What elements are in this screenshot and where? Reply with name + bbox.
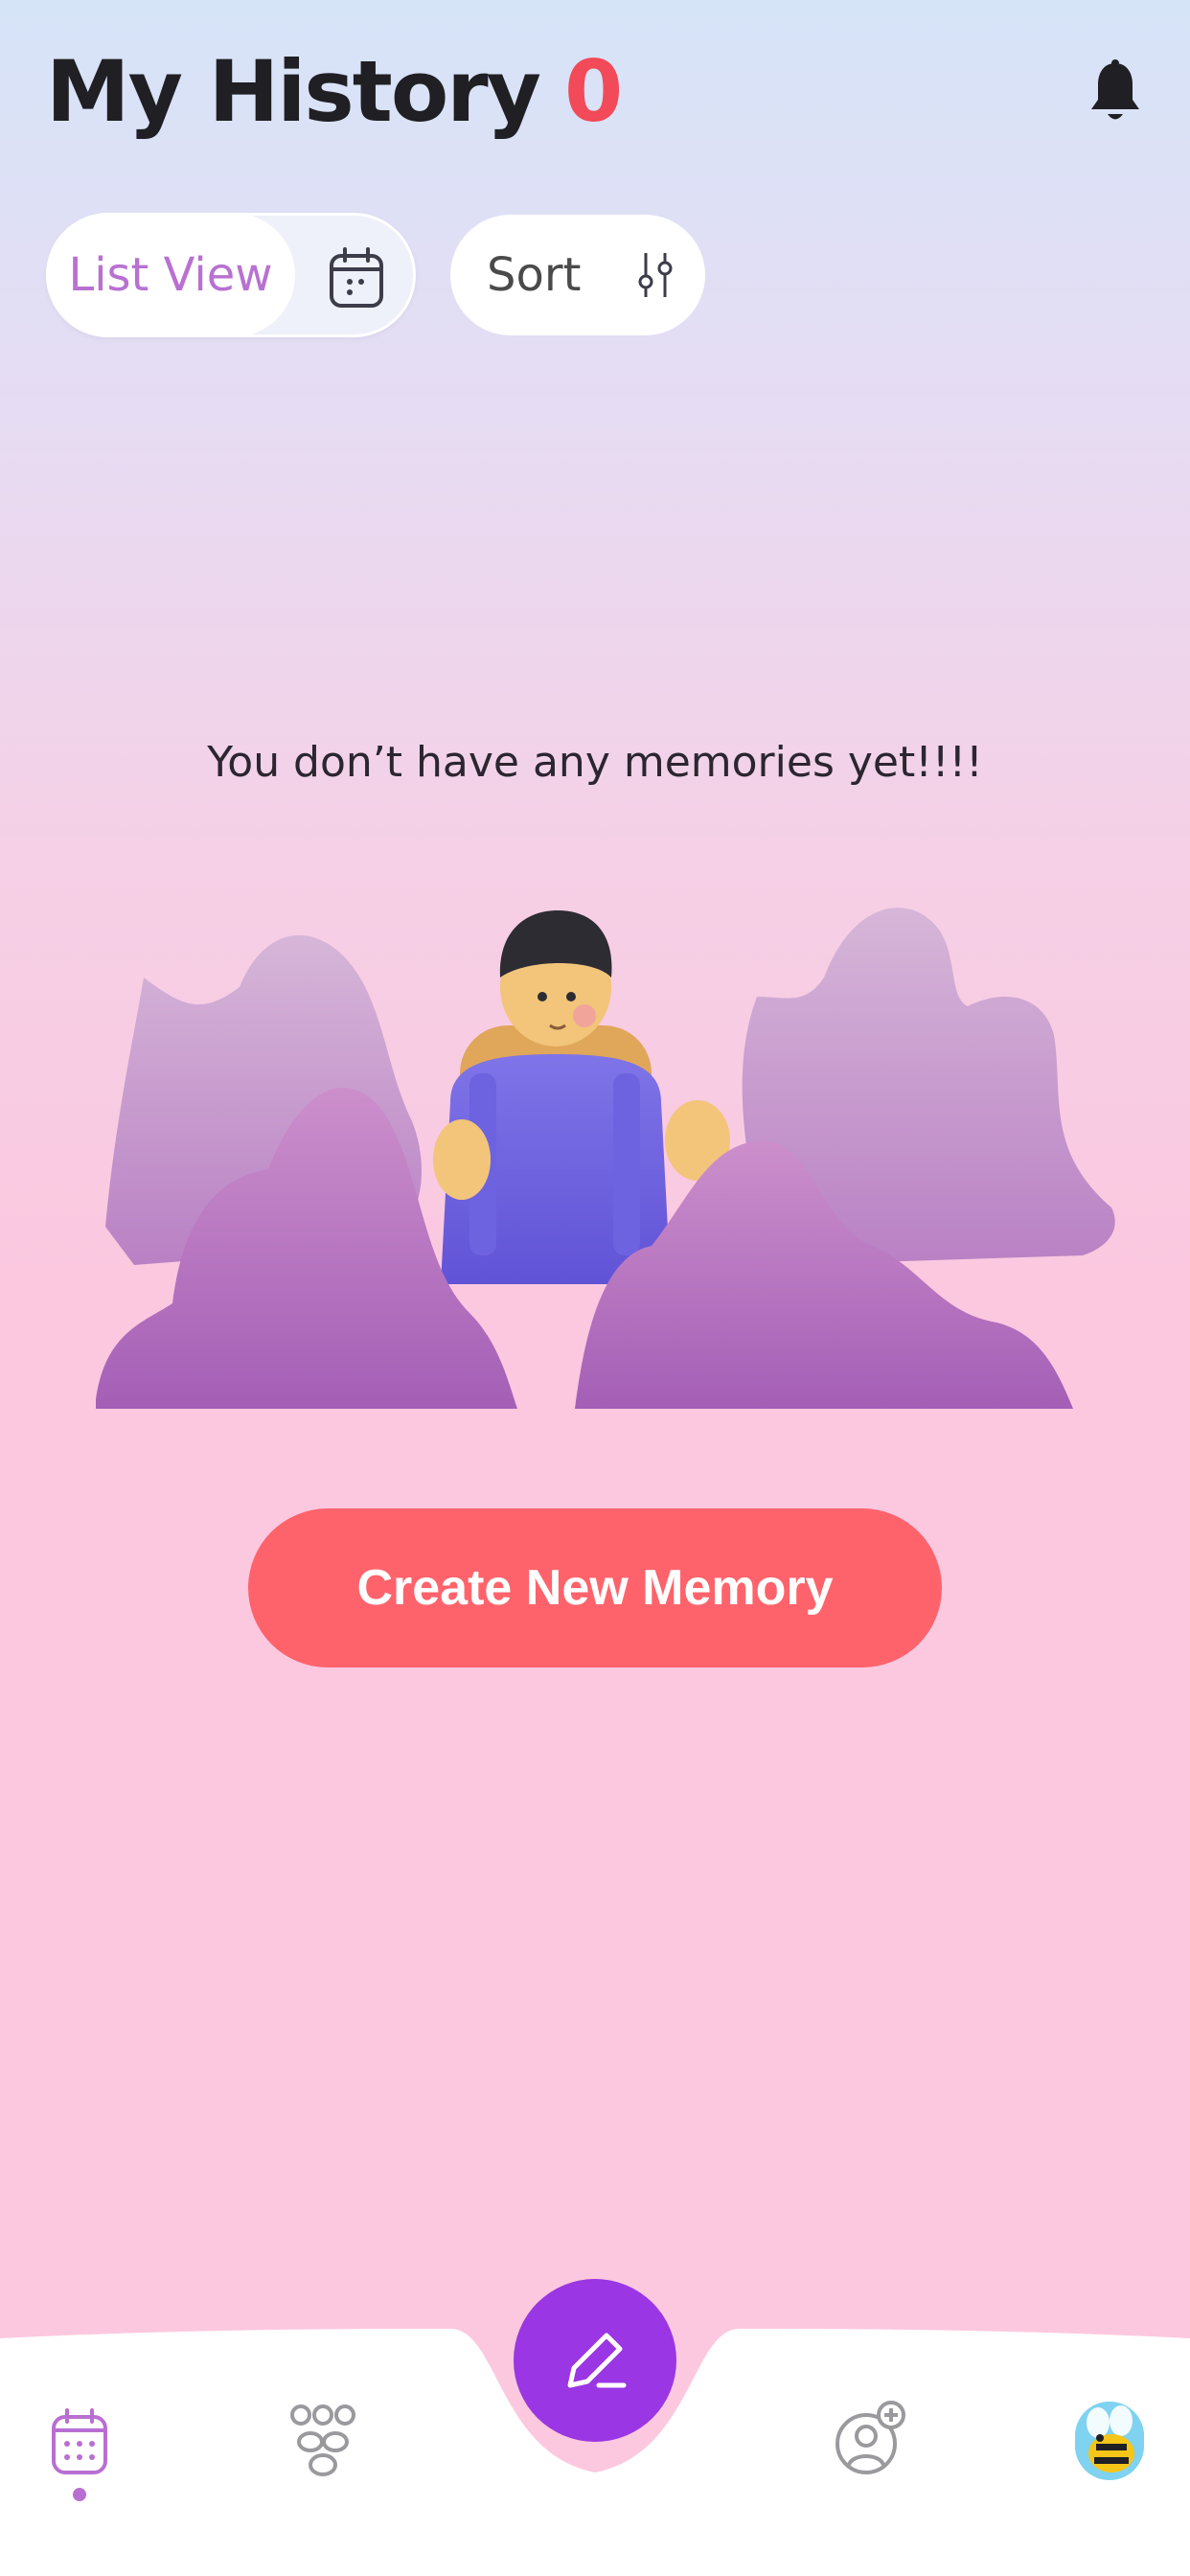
people-icon [290,2404,355,2476]
sort-label: Sort [487,248,582,302]
create-new-memory-button[interactable]: Create New Memory [248,1508,942,1668]
calendar-icon [330,247,383,308]
calendar-view-button[interactable] [327,246,386,310]
list-view-label: List View [68,248,273,302]
list-view-button[interactable]: List View [46,213,295,337]
page-title: My History [46,41,541,141]
nav-calendar-tab[interactable] [50,2407,109,2480]
active-tab-indicator [73,2488,86,2501]
bee-avatar [1075,2402,1144,2480]
sliders-icon [638,253,673,297]
empty-state-illustration [96,908,1115,1409]
calendar-icon [52,2408,107,2474]
bell-icon[interactable] [1087,59,1144,126]
page-header: My History 0 [46,38,623,144]
pencil-icon [567,2333,627,2388]
empty-state-message: You don’t have any memories yet!!!! [207,738,983,787]
create-memory-fab[interactable] [514,2279,676,2442]
nav-add-friend-tab[interactable] [834,2400,906,2480]
view-toggle[interactable]: List View [46,213,416,337]
history-count: 0 [564,41,624,141]
add-user-icon [835,2401,905,2474]
nav-people-tab[interactable] [289,2404,356,2482]
sort-button[interactable]: Sort [450,215,705,335]
profile-avatar[interactable] [1075,2402,1144,2480]
